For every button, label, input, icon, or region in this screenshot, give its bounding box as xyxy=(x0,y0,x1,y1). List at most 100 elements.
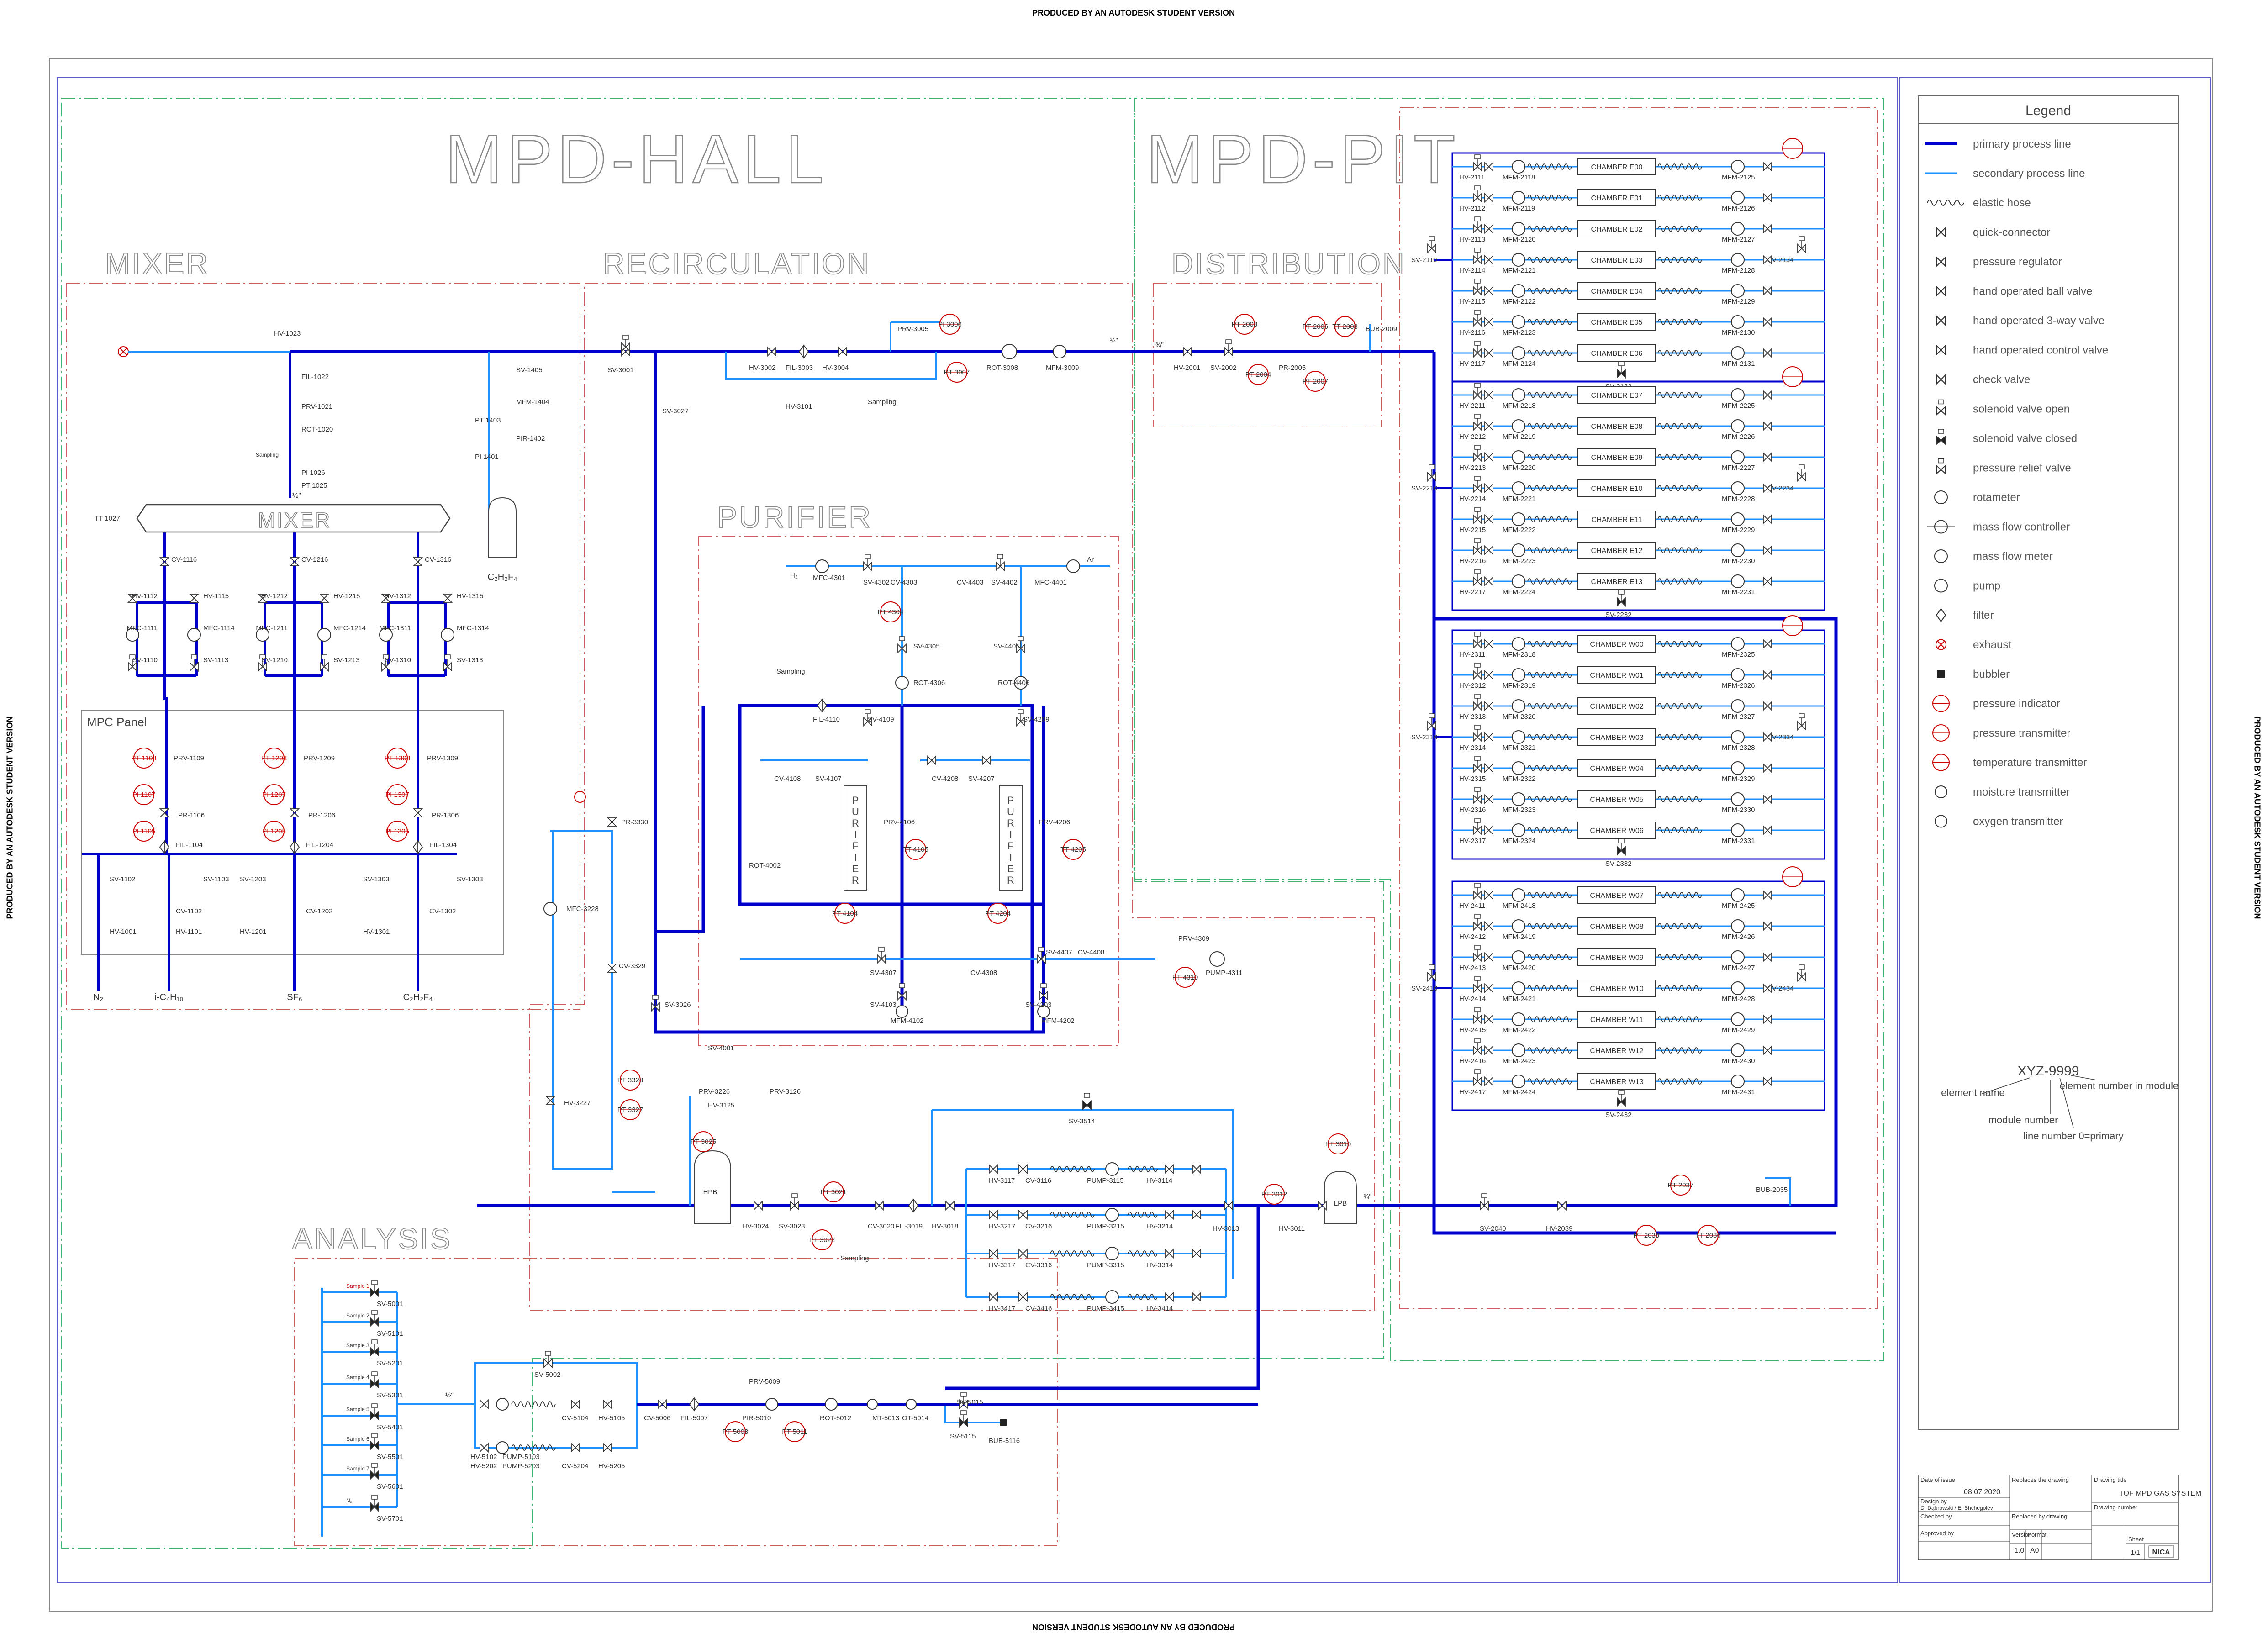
mixer-tag: HV-1101 xyxy=(176,928,202,936)
filter-icon xyxy=(689,1397,700,1412)
tb-replaced-label: Replaced by drawing xyxy=(2012,1513,2067,1520)
chamber-row: CHAMBER W00 HV-2311 MFM-2318 MFM-2325 xyxy=(1452,635,1825,659)
mass-flow-meter-icon xyxy=(1053,345,1066,358)
tag-label: CV-4403 xyxy=(957,579,983,586)
filter-icon xyxy=(289,840,300,854)
mass-flow-meter-icon xyxy=(1512,512,1525,526)
tag-label: PIR-5010 xyxy=(742,1414,771,1422)
check-valve-icon xyxy=(571,1399,580,1410)
chamber-row: CHAMBER W07 HV-2411 MFM-2418 MFM-2425 xyxy=(1452,886,1825,910)
tag-label: FIL-4110 xyxy=(813,716,840,723)
tag-label: CV-3020 xyxy=(868,1222,894,1230)
solenoid-valve-closed-icon xyxy=(1617,838,1626,856)
purifier-letter: F xyxy=(1007,840,1013,852)
legend-item: check valve xyxy=(1936,374,2030,386)
tag-label: LPB xyxy=(1334,1200,1347,1207)
tag-label: HV-3414 xyxy=(1146,1305,1173,1312)
tag-label: PUMP-3215 xyxy=(1087,1222,1124,1230)
ball-valve-icon xyxy=(1484,452,1493,463)
mfm-in-tag: MFM-2420 xyxy=(1503,964,1536,972)
mass-flow-meter-icon xyxy=(1512,346,1525,360)
ball-valve-icon xyxy=(1484,421,1493,432)
legend-label: moisture transmitter xyxy=(1973,786,2070,798)
legend-label: temperature transmitter xyxy=(1973,757,2087,769)
gas-label: i-C₄H₁₀ xyxy=(154,992,183,1002)
tag-label: PR-3330 xyxy=(621,818,648,826)
gas-label: N₂ xyxy=(93,992,103,1002)
banner-left: PRODUCED BY AN AUTODESK STUDENT VERSION xyxy=(5,716,15,919)
mfm-in-tag: MFM-2223 xyxy=(1503,557,1536,565)
mfm-in-tag: MFM-2324 xyxy=(1503,837,1536,845)
check-valve-icon xyxy=(571,1442,580,1453)
tag-label: PT 3012 xyxy=(1261,1191,1287,1198)
mass-flow-controller-icon xyxy=(317,628,331,642)
ball-valve-icon xyxy=(1763,421,1772,432)
pump-icon xyxy=(496,1441,509,1454)
mass-flow-meter-icon xyxy=(1731,1012,1745,1026)
legend-label: mass flow meter xyxy=(1973,550,2053,563)
tag-label: CV-4408 xyxy=(1078,948,1104,956)
mass-flow-meter-icon xyxy=(1731,315,1745,329)
tag-label: CV-4303 xyxy=(891,579,917,586)
ball-valve-icon xyxy=(1192,1209,1201,1220)
chamber-label: CHAMBER W03 xyxy=(1590,734,1643,742)
chamber-row: CHAMBER W08 HV-2412 MFM-2419 MFM-2426 xyxy=(1452,917,1825,941)
ball-valve-icon xyxy=(1484,890,1493,901)
mfm-out-tag: MFM-2426 xyxy=(1722,933,1755,941)
solenoid-valve-icon xyxy=(1473,1007,1482,1025)
tb-drawing-number-label: Drawing number xyxy=(2094,1504,2138,1511)
tag-label: ROT-4306 xyxy=(913,679,945,687)
tag-label: TT 4105 xyxy=(903,846,928,854)
purifier-letter: I xyxy=(854,829,857,840)
mfm-in-tag: MFM-2121 xyxy=(1503,267,1536,274)
ball-valve-icon xyxy=(1484,1045,1493,1056)
ball-valve-icon xyxy=(1484,794,1493,805)
chamber-label: CHAMBER W08 xyxy=(1590,923,1643,931)
ball-valve-icon xyxy=(319,594,330,603)
tag-label: ¾" xyxy=(1363,1193,1371,1201)
chamber-row: CHAMBER E06 HV-2117 MFM-2124 MFM-2131 xyxy=(1452,344,1825,368)
mixer-tag: MFC-1311 xyxy=(379,624,411,632)
tag-label: PRV-4106 xyxy=(884,818,915,826)
solenoid-valve-icon xyxy=(1473,1069,1482,1087)
solenoid-valve-icon xyxy=(1473,1038,1482,1056)
mixer-tag: SV-1303 xyxy=(363,875,390,883)
tag-label: HV-3114 xyxy=(1146,1177,1172,1185)
ball-valve-icon xyxy=(1484,576,1493,587)
legend-label: quick-connector xyxy=(1973,227,2050,239)
mass-flow-meter-icon xyxy=(1731,574,1745,588)
exhaust-icon xyxy=(1936,639,1946,650)
solenoid-valve-closed-icon xyxy=(370,1339,379,1357)
tag-label: HV-3013 xyxy=(1213,1225,1239,1233)
ball-valve-icon xyxy=(1763,223,1772,234)
mass-flow-meter-icon xyxy=(1512,1075,1525,1088)
sample-label: Sample 1 xyxy=(346,1283,369,1289)
solenoid-valve-icon xyxy=(1473,414,1482,432)
solenoid-valve-icon xyxy=(1797,464,1806,482)
mixer-tag: CV-1202 xyxy=(306,907,332,915)
naming-code: XYZ-9999 xyxy=(2017,1064,2079,1079)
solenoid-valve-icon xyxy=(1473,538,1482,556)
mixer-tag: SV-1203 xyxy=(240,875,266,883)
tag-label: HV-3011 xyxy=(1279,1225,1305,1233)
ball-valve-icon xyxy=(838,346,847,357)
chamber-row: CHAMBER W09 HV-2413 MFM-2420 MFM-2427 xyxy=(1452,948,1825,972)
chamber-row: CHAMBER W05 HV-2316 MFM-2323 MFM-2330 xyxy=(1452,790,1825,814)
mass-flow-meter-icon xyxy=(1512,919,1525,933)
tag-label: MFM-3009 xyxy=(1046,364,1079,372)
section-title-distribution: DISTRIBUTION xyxy=(1171,247,1406,280)
mixer-tag: PT 1308 xyxy=(385,754,410,762)
pressure-transmitter-icon xyxy=(1782,366,1803,387)
mfm-out-tag: MFM-2326 xyxy=(1722,682,1755,690)
solenoid-valve-closed-icon xyxy=(1617,590,1626,607)
mixer-tag: HV-1201 xyxy=(240,928,266,936)
legend-label: elastic hose xyxy=(1973,197,2031,209)
ball-valve-icon xyxy=(1165,1248,1174,1259)
tag-label: PUMP-3315 xyxy=(1087,1261,1124,1269)
ball-valve-icon xyxy=(1763,701,1772,711)
purifier-letter: R xyxy=(1007,875,1014,886)
legend-item: bubbler xyxy=(1937,668,2010,680)
sample-sv-tag: SV-5401 xyxy=(377,1423,403,1431)
tag-label: CV-3416 xyxy=(1025,1305,1052,1312)
legend-label: secondary process line xyxy=(1973,168,2085,180)
